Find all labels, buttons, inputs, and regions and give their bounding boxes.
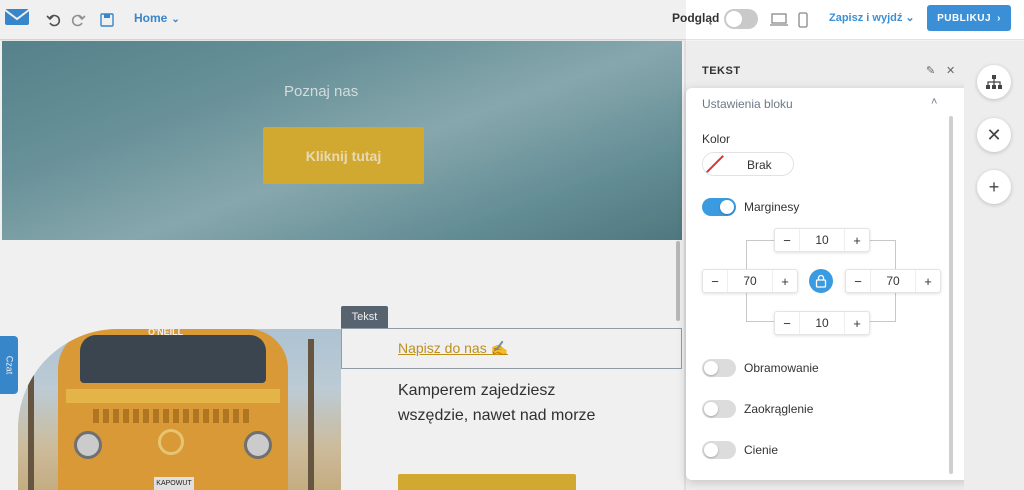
margin-top-value[interactable]: 10: [799, 229, 845, 251]
sitemap-icon[interactable]: [977, 65, 1011, 99]
hero-section[interactable]: Poznaj nas Kliknij tutaj: [2, 41, 682, 240]
hero-text[interactable]: Poznaj nas: [284, 83, 358, 100]
shadow-toggle[interactable]: [702, 441, 736, 459]
preview-label: Podgląd: [672, 11, 720, 25]
block-cta-button[interactable]: [398, 474, 576, 490]
hero-cta-button[interactable]: Kliknij tutaj: [263, 127, 424, 184]
page-selector-label: Home: [134, 11, 168, 25]
undo-icon[interactable]: [43, 9, 65, 31]
increment-button[interactable]: +: [916, 270, 940, 292]
van-windshield: [80, 335, 266, 383]
increment-button[interactable]: +: [773, 270, 797, 292]
chevron-right-icon: ›: [997, 12, 1001, 24]
plus-icon[interactable]: +: [977, 170, 1011, 204]
van-brand-text: O'NEILL: [148, 329, 184, 337]
margins-toggle[interactable]: [702, 198, 736, 216]
selected-block-frame[interactable]: [341, 328, 682, 369]
no-color-swatch-icon: [703, 153, 727, 175]
chevron-down-icon: ⌄: [905, 12, 915, 24]
increment-button[interactable]: +: [845, 229, 869, 251]
decrement-button[interactable]: −: [846, 270, 870, 292]
chat-tab-label: Czat: [4, 355, 15, 375]
publish-label: PUBLIKUJ: [937, 12, 992, 24]
color-value: Brak: [747, 158, 772, 172]
margin-top-stepper[interactable]: − 10 +: [774, 228, 870, 252]
decrement-button[interactable]: −: [775, 229, 799, 251]
border-toggle[interactable]: [702, 359, 736, 377]
margin-left-value[interactable]: 70: [727, 270, 773, 292]
top-toolbar: Home ⌄ Podgląd Zapisz i wyjdź ⌄ PUBLIKUJ …: [0, 0, 1024, 40]
right-toolbar: [964, 41, 1024, 490]
palm-tree: [308, 339, 314, 490]
close-icon[interactable]: ✕: [977, 118, 1011, 152]
radius-toggle[interactable]: [702, 400, 736, 418]
save-and-exit-button[interactable]: Zapisz i wyjdź ⌄: [829, 11, 915, 24]
van-photo[interactable]: O'NEILL KAPOWUT: [18, 329, 341, 490]
floppy-icon[interactable]: [96, 9, 118, 31]
license-plate: KAPOWUT: [154, 477, 194, 490]
increment-button[interactable]: +: [845, 312, 869, 334]
palm-tree: [28, 339, 34, 490]
canvas-scrollbar[interactable]: [676, 241, 680, 321]
color-picker[interactable]: Brak: [702, 152, 794, 176]
decrement-button[interactable]: −: [775, 312, 799, 334]
decrement-button[interactable]: −: [703, 270, 727, 292]
van-headlight: [74, 431, 102, 459]
border-label: Obramowanie: [744, 361, 819, 375]
lock-icon[interactable]: [809, 269, 833, 293]
panel-title: TEKST: [702, 65, 741, 77]
publish-button[interactable]: PUBLIKUJ ›: [927, 5, 1011, 31]
color-label: Kolor: [702, 132, 731, 146]
van-image: O'NEILL KAPOWUT: [58, 329, 288, 490]
van-headlight: [244, 431, 272, 459]
block-settings-heading[interactable]: Ustawienia bloku: [702, 97, 793, 111]
chevron-up-icon[interactable]: ˄: [931, 96, 937, 108]
editor-canvas[interactable]: Poznaj nas Kliknij tutaj O'NEILL KAPOWUT…: [0, 41, 684, 490]
envelope-logo-icon[interactable]: [4, 6, 30, 32]
van-stripe: [66, 389, 280, 403]
margin-bottom-value[interactable]: 10: [799, 312, 845, 334]
close-icon[interactable]: ✕: [946, 64, 955, 77]
preview-toggle[interactable]: [724, 9, 758, 29]
save-and-exit-label: Zapisz i wyjdź: [829, 12, 903, 24]
margins-label: Marginesy: [744, 200, 800, 214]
redo-icon[interactable]: [67, 9, 89, 31]
chevron-down-icon: ⌄: [171, 14, 180, 25]
page-selector[interactable]: Home ⌄: [134, 11, 180, 25]
desktop-icon[interactable]: [768, 9, 790, 31]
margin-bottom-stepper[interactable]: − 10 +: [774, 311, 870, 335]
margin-left-stepper[interactable]: − 70 +: [702, 269, 798, 293]
margin-right-stepper[interactable]: − 70 +: [845, 269, 941, 293]
contact-link[interactable]: Napisz do nas ✍: [398, 340, 508, 357]
margin-right-value[interactable]: 70: [870, 270, 916, 292]
peace-emblem: [158, 429, 184, 455]
chat-tab[interactable]: Czat: [0, 336, 18, 394]
pin-icon[interactable]: ✎: [926, 64, 935, 77]
radius-label: Zaokrąglenie: [744, 402, 814, 416]
shadow-label: Cienie: [744, 443, 779, 457]
block-type-label: Tekst: [341, 306, 388, 328]
panel-scrollbar[interactable]: [949, 116, 953, 474]
block-body-text[interactable]: Kamperem zajedziesz wszędzie, nawet nad …: [398, 378, 598, 428]
mobile-icon[interactable]: [792, 9, 814, 31]
van-grille: [93, 409, 253, 423]
